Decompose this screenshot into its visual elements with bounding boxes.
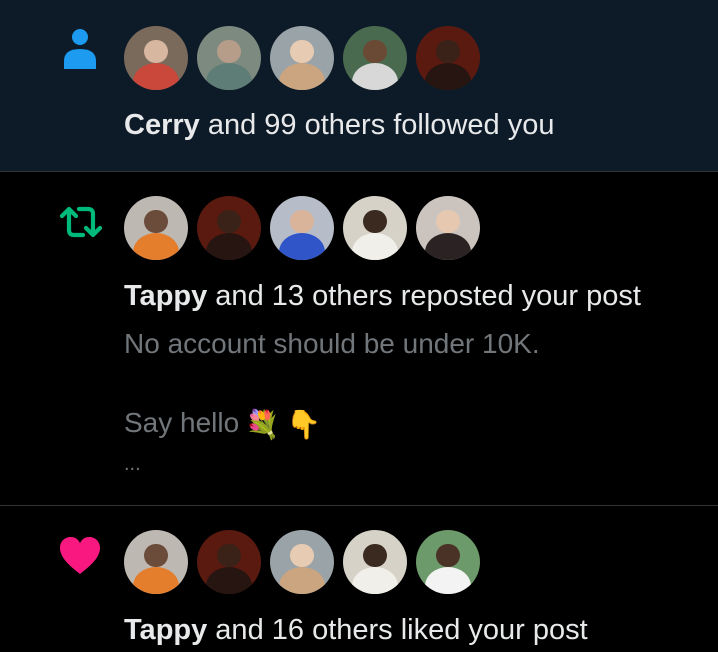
notification-repost[interactable]: Tappy and 13 others reposted your post N… <box>0 172 718 506</box>
avatar[interactable] <box>124 196 188 260</box>
avatar[interactable] <box>197 26 261 90</box>
avatar-group <box>124 26 480 90</box>
avatar[interactable] <box>197 196 261 260</box>
avatar[interactable] <box>270 530 334 594</box>
avatar-group <box>124 530 480 594</box>
avatar[interactable] <box>343 530 407 594</box>
avatar[interactable] <box>270 26 334 90</box>
avatar[interactable] <box>124 26 188 90</box>
repost-icon <box>58 200 103 244</box>
notification-text: Cerry and 99 others followed you <box>124 109 555 141</box>
avatar[interactable] <box>416 26 480 90</box>
post-preview-line1: No account should be under 10K. <box>124 328 540 359</box>
avatar[interactable] <box>343 26 407 90</box>
notification-text: Tappy and 16 others liked your post <box>124 614 588 646</box>
post-preview-ellipsis: ... <box>124 453 141 475</box>
bouquet-emoji: 💐 <box>245 408 281 440</box>
avatar-group <box>124 196 480 260</box>
avatar[interactable] <box>416 530 480 594</box>
avatar[interactable] <box>416 196 480 260</box>
avatar[interactable] <box>197 530 261 594</box>
actor-name[interactable]: Tappy <box>124 614 207 646</box>
person-icon <box>58 25 102 69</box>
pointing-down-emoji: 👇 <box>286 408 321 440</box>
actor-name[interactable]: Cerry <box>124 109 200 141</box>
avatar[interactable] <box>343 196 407 260</box>
avatar[interactable] <box>124 530 188 594</box>
avatar[interactable] <box>270 196 334 260</box>
notification-like[interactable]: Tappy and 16 others liked your post <box>0 506 718 652</box>
notification-text: Tappy and 13 others reposted your post <box>124 280 641 312</box>
actor-name[interactable]: Tappy <box>124 280 207 312</box>
notification-follow[interactable]: Cerry and 99 others followed you <box>0 0 718 172</box>
post-preview-line2: Say hello 💐 👇 <box>124 407 321 440</box>
heart-icon <box>58 534 102 578</box>
